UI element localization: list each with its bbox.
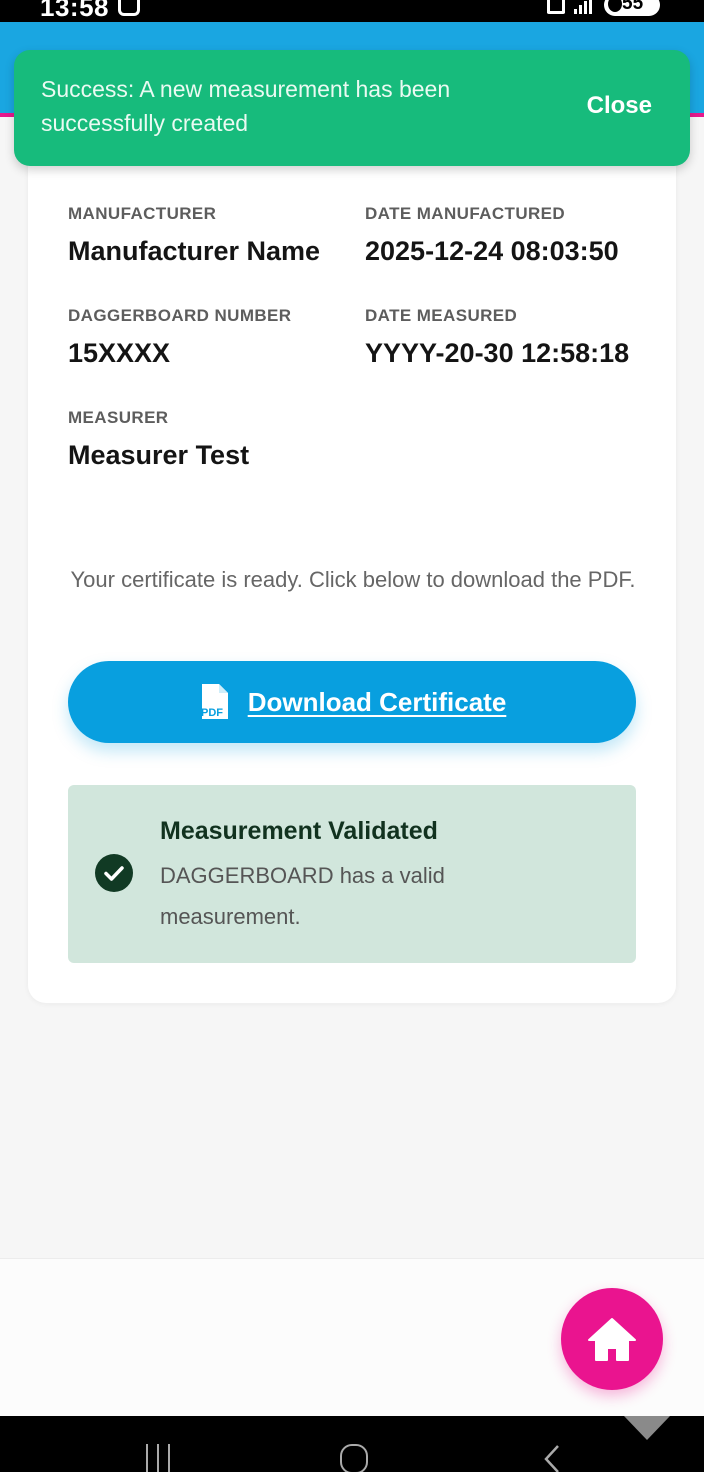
status-bar: 13:58 55 (0, 0, 704, 22)
download-certificate-label: Download Certificate (247, 686, 507, 717)
home-button[interactable] (561, 1288, 663, 1390)
measurer-label: MEASURER (68, 408, 169, 427)
validation-status-box: Measurement Validated DAGGERBOARD has a … (68, 785, 636, 963)
date-measured-value: YYYY-20-30 12:58:18 (365, 338, 630, 368)
signal-icon (574, 0, 594, 14)
daggerboard-number-label: DAGGERBOARD NUMBER (68, 306, 292, 325)
recent-apps-icon[interactable] (144, 1444, 172, 1472)
toast-message: Success: A new measurement has been succ… (41, 76, 451, 136)
back-icon[interactable] (540, 1444, 564, 1472)
certificate-ready-text: Your certificate is ready. Click below t… (70, 567, 636, 592)
system-navigation-bar (0, 1416, 704, 1472)
measurer-value: Measurer Test (68, 440, 250, 470)
measurement-card: MANUFACTURER Manufacturer Name DATE MANU… (28, 150, 676, 1003)
date-manufactured-value: 2025-12-24 08:03:50 (365, 236, 619, 266)
daggerboard-number-field: DAGGERBOARD NUMBER 15XXXX (68, 306, 291, 369)
success-toast: Success: A new measurement has been succ… (14, 50, 690, 166)
measurer-field: MEASURER Measurer Test (68, 408, 249, 471)
manufacturer-field: MANUFACTURER Manufacturer Name (68, 204, 320, 267)
system-home-icon[interactable] (340, 1444, 368, 1472)
svg-text:PDF: PDF (201, 707, 223, 719)
mobile-data-icon (547, 0, 565, 14)
pdf-file-icon: PDF (201, 684, 228, 719)
toast-close-button[interactable]: Close (587, 92, 652, 120)
date-measured-label: DATE MEASURED (365, 306, 518, 325)
check-circle-icon (95, 854, 133, 892)
keyboard-toggle-icon[interactable] (624, 1416, 670, 1440)
manufacturer-label: MANUFACTURER (68, 204, 217, 223)
validation-title: Measurement Validated (160, 817, 438, 845)
validation-description: DAGGERBOARD has a valid measurement. (160, 863, 445, 929)
daggerboard-number-value: 15XXXX (68, 338, 171, 368)
home-icon (588, 1318, 636, 1361)
date-measured-field: DATE MEASURED YYYY-20-30 12:58:18 (365, 306, 629, 369)
manufacturer-value: Manufacturer Name (68, 236, 321, 266)
battery-indicator: 55 (604, 0, 660, 16)
status-time: 13:58 (40, 0, 109, 22)
date-manufactured-field: DATE MANUFACTURED 2025-12-24 08:03:50 (365, 204, 619, 267)
screenshot-icon (118, 0, 140, 16)
date-manufactured-label: DATE MANUFACTURED (365, 204, 566, 223)
download-certificate-button[interactable]: PDF Download Certificate (68, 661, 636, 743)
